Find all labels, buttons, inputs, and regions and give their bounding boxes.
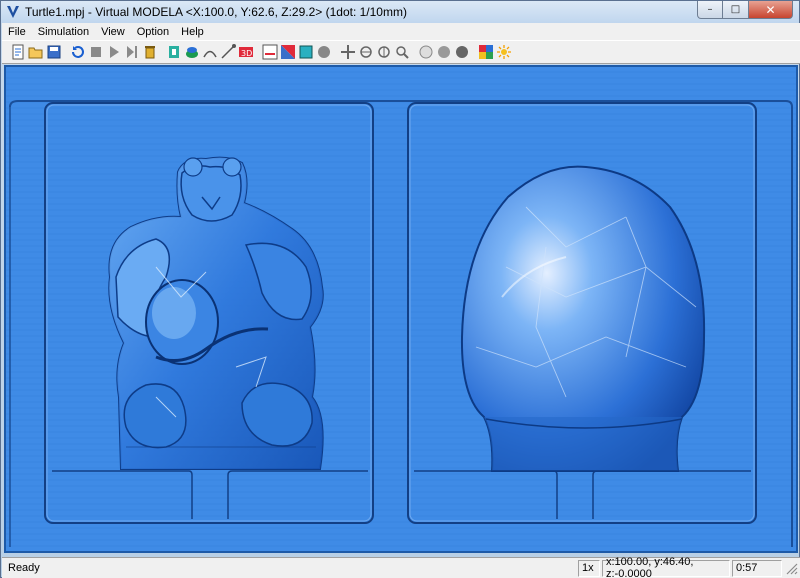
minimize-button[interactable]: – (697, 1, 723, 19)
menu-option[interactable]: Option (131, 26, 175, 38)
line-cut-icon[interactable] (220, 44, 236, 60)
zoom-level: 1x (578, 559, 600, 577)
stop-icon[interactable] (88, 44, 104, 60)
zoom-icon[interactable] (394, 44, 410, 60)
milled-workpiece-render (6, 67, 796, 551)
material-icon[interactable] (184, 44, 200, 60)
dark-sphere-icon[interactable] (454, 44, 470, 60)
rotate-x-icon[interactable] (358, 44, 374, 60)
sphere-view-icon[interactable] (316, 44, 332, 60)
lighting-icon[interactable] (496, 44, 512, 60)
cursor-coordinates: x:100.00, y:46.40, z:-0.0000 (602, 556, 730, 578)
window-title: Turtle1.mpj - Virtual MODELA <X:100.0, Y… (25, 5, 407, 19)
turtle-shell-relief-model (460, 165, 706, 472)
simulation-viewport[interactable] (4, 65, 798, 553)
resize-grip-icon[interactable] (784, 561, 798, 575)
app-window: Turtle1.mpj - Virtual MODELA <X:100.0, Y… (0, 0, 800, 578)
menu-help[interactable]: Help (175, 26, 210, 38)
arc-cut-icon[interactable] (202, 44, 218, 60)
svg-text:3D: 3D (241, 49, 252, 58)
new-file-icon[interactable] (10, 44, 26, 60)
close-button[interactable]: ✕ (749, 1, 793, 19)
maximize-button[interactable]: □ (723, 1, 749, 19)
tool-change-icon[interactable] (166, 44, 182, 60)
menu-file[interactable]: File (2, 26, 32, 38)
play-icon[interactable] (106, 44, 122, 60)
light-sphere-icon[interactable] (418, 44, 434, 60)
menu-view[interactable]: View (95, 26, 131, 38)
elapsed-time: 0:57 (732, 559, 782, 577)
step-icon[interactable] (124, 44, 140, 60)
status-bar: Ready 1x x:100.00, y:46.40, z:-0.0000 0:… (2, 556, 800, 578)
trash-can-icon[interactable] (142, 44, 158, 60)
virtual-modela-logo-icon (5, 4, 21, 20)
color-settings-icon[interactable] (478, 44, 494, 60)
title-bar[interactable]: Turtle1.mpj - Virtual MODELA <X:100.0, Y… (1, 1, 799, 23)
red-split-icon[interactable] (280, 44, 296, 60)
menu-bar: File Simulation View Option Help (2, 23, 800, 40)
open-file-icon[interactable] (28, 44, 44, 60)
flat-view-icon[interactable] (298, 44, 314, 60)
section-view-icon[interactable] (262, 44, 278, 60)
save-file-icon[interactable] (46, 44, 62, 60)
rotate-y-icon[interactable] (376, 44, 392, 60)
toolbar: 3D (2, 40, 800, 64)
menu-simulation[interactable]: Simulation (32, 26, 95, 38)
replay-icon[interactable] (70, 44, 86, 60)
status-text: Ready (8, 562, 40, 574)
gray-sphere-icon[interactable] (436, 44, 452, 60)
3d-view-icon[interactable]: 3D (238, 44, 254, 60)
move-icon[interactable] (340, 44, 356, 60)
